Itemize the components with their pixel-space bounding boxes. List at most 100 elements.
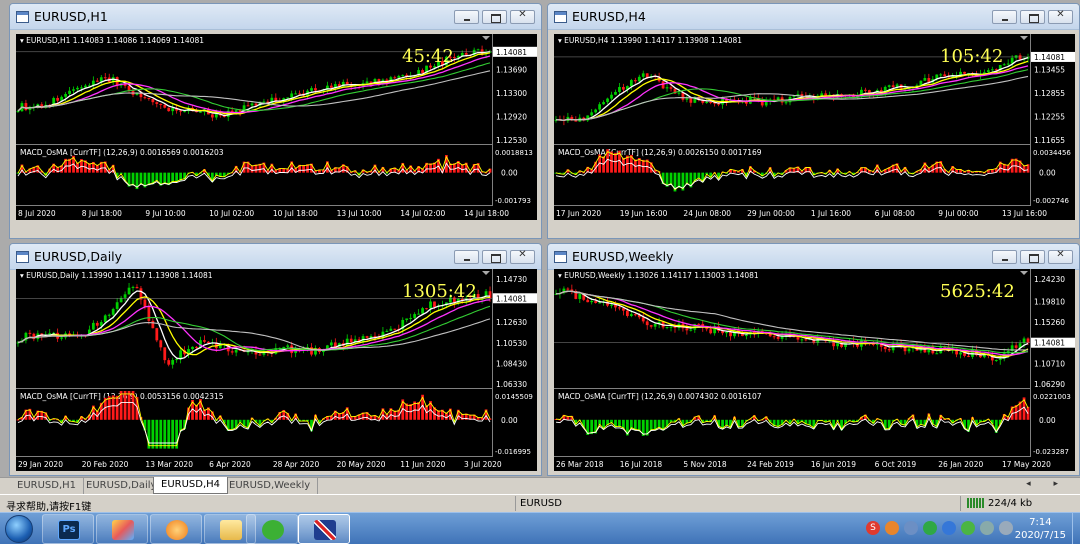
time-tick-label: 10 Jul 02:00 bbox=[209, 209, 254, 218]
candle-body bbox=[653, 323, 657, 327]
macd-scale-label: 0.00 bbox=[501, 169, 518, 178]
taskbar-browser[interactable] bbox=[150, 514, 202, 544]
candle-body bbox=[622, 87, 625, 90]
macd-scale-label: 0.00 bbox=[1039, 416, 1056, 425]
maximize-button[interactable] bbox=[482, 250, 507, 264]
close-button[interactable] bbox=[510, 249, 535, 264]
window-titlebar[interactable]: EURUSD,Daily bbox=[10, 244, 541, 270]
minimize-button[interactable] bbox=[454, 250, 479, 264]
network-icon[interactable] bbox=[980, 521, 994, 535]
candle-body bbox=[665, 327, 669, 329]
maximize-button[interactable] bbox=[1020, 250, 1045, 264]
close-button[interactable] bbox=[1048, 9, 1073, 24]
candle-body bbox=[464, 52, 468, 55]
taskbar-paint[interactable] bbox=[96, 514, 148, 544]
candle-body bbox=[258, 354, 262, 356]
volume-icon[interactable] bbox=[999, 521, 1013, 535]
taskbar-trading-terminal[interactable] bbox=[298, 514, 350, 544]
chart-svg[interactable]: ▾ EURUSD,H1 1.14083 1.14086 1.14069 1.14… bbox=[16, 34, 537, 220]
candle-body bbox=[598, 104, 602, 110]
candle-body bbox=[195, 346, 198, 348]
maximize-button[interactable] bbox=[482, 10, 507, 24]
start-button[interactable] bbox=[5, 515, 33, 543]
tray-help-icon[interactable] bbox=[904, 521, 918, 535]
time-tick-label: 13 Jul 10:00 bbox=[337, 209, 382, 218]
time-tick-label: 9 Jul 10:00 bbox=[145, 209, 185, 218]
tray-app-icon[interactable] bbox=[885, 521, 899, 535]
candle-body bbox=[935, 353, 939, 355]
minimize-button[interactable] bbox=[992, 10, 1017, 24]
price-tick-label: 1.12920 bbox=[496, 113, 527, 122]
candle-body bbox=[421, 70, 424, 74]
candle-body bbox=[594, 109, 598, 113]
minimize-button[interactable] bbox=[992, 250, 1017, 264]
candle-body bbox=[151, 99, 155, 103]
price-chart-area[interactable]: ▾ EURUSD,Weekly 1.13026 1.14117 1.13003 … bbox=[554, 269, 1075, 471]
input-method-icon[interactable]: S bbox=[866, 521, 880, 535]
price-chart-area[interactable]: ▾ EURUSD,Daily 1.13990 1.14117 1.13908 1… bbox=[16, 269, 537, 471]
chart-window-h1[interactable]: EURUSD,H1 ▾ EURUSD,H1 1.14083 1.14086 1.… bbox=[9, 3, 542, 239]
candle-body bbox=[131, 286, 135, 288]
chart-window-h4[interactable]: EURUSD,H4 ▾ EURUSD,H4 1.13990 1.14117 1.… bbox=[547, 3, 1080, 239]
time-tick-label: 20 Feb 2020 bbox=[82, 460, 129, 469]
price-tick-label: 1.15260 bbox=[1034, 318, 1065, 327]
tab-eurusd-weekly[interactable]: EURUSD,Weekly bbox=[222, 478, 319, 494]
chart-window-daily[interactable]: EURUSD,Daily ▾ EURUSD,Daily 1.13990 1.14… bbox=[9, 243, 542, 476]
candle-body bbox=[625, 310, 629, 316]
uk-flag-icon bbox=[314, 520, 336, 540]
price-chart-area[interactable]: ▾ EURUSD,H1 1.14083 1.14086 1.14069 1.14… bbox=[16, 34, 537, 220]
chart-svg[interactable]: ▾ EURUSD,Daily 1.13990 1.14117 1.13908 1… bbox=[16, 269, 537, 471]
candle-body bbox=[84, 85, 87, 88]
candle-body bbox=[203, 340, 206, 342]
window-titlebar[interactable]: EURUSD,Weekly bbox=[548, 244, 1079, 270]
wechat-tray-icon[interactable] bbox=[923, 521, 937, 535]
candle-body bbox=[836, 343, 840, 347]
tab-scroll-arrows[interactable]: ◂ ▸ bbox=[1026, 479, 1068, 489]
candle-timer: 5625:42 bbox=[940, 281, 1015, 302]
maximize-button[interactable] bbox=[1020, 10, 1045, 24]
candle-body bbox=[179, 110, 183, 112]
time-axis-line bbox=[16, 456, 492, 457]
window-titlebar[interactable]: EURUSD,H1 bbox=[10, 4, 541, 30]
taskbar-clock[interactable]: 7:14 2020/7/15 bbox=[1015, 516, 1066, 542]
taskbar-photoshop[interactable]: Ps bbox=[42, 514, 94, 544]
candle-body bbox=[1014, 345, 1018, 348]
tab-eurusd-h4[interactable]: EURUSD,H4 bbox=[153, 477, 229, 494]
time-tick-label: 6 Jul 08:00 bbox=[875, 209, 915, 218]
status-bar: 寻求帮助,请按F1键 EURUSD 224/4 kb bbox=[0, 494, 1080, 513]
candle-body bbox=[163, 105, 167, 108]
candle-body bbox=[990, 69, 994, 71]
security-icon[interactable] bbox=[942, 521, 956, 535]
macd-histogram-bar bbox=[669, 172, 673, 185]
close-button[interactable] bbox=[1048, 249, 1073, 264]
macd-histogram-bar bbox=[123, 391, 127, 420]
show-desktop-button[interactable] bbox=[1072, 513, 1080, 544]
chart-tab-bar: EURUSD,H1 EURUSD,Daily EURUSD,H4 EURUSD,… bbox=[0, 477, 1080, 494]
windows-taskbar: Ps S 7:14 2020/7/15 bbox=[0, 512, 1080, 544]
macd-histogram-bar bbox=[614, 152, 617, 173]
candle-body bbox=[147, 306, 151, 321]
candle-body bbox=[669, 87, 673, 89]
macd-histogram-bar bbox=[649, 419, 653, 431]
chart-window-weekly[interactable]: EURUSD,Weekly ▾ EURUSD,Weekly 1.13026 1.… bbox=[547, 243, 1080, 476]
chart-svg[interactable]: ▾ EURUSD,Weekly 1.13026 1.14117 1.13003 … bbox=[554, 269, 1075, 471]
status-divider bbox=[515, 496, 516, 511]
candle-body bbox=[274, 97, 278, 101]
chart-svg[interactable]: ▾ EURUSD,H4 1.13990 1.14117 1.13908 1.14… bbox=[554, 34, 1075, 220]
window-titlebar[interactable]: EURUSD,H4 bbox=[548, 4, 1079, 30]
tab-eurusd-daily[interactable]: EURUSD,Daily bbox=[79, 478, 165, 494]
tab-eurusd-h1[interactable]: EURUSD,H1 bbox=[10, 478, 85, 494]
candle-body bbox=[246, 105, 250, 107]
panel-divider bbox=[554, 388, 1030, 389]
candle-timer: 105:42 bbox=[940, 46, 1003, 67]
paint-icon bbox=[112, 520, 134, 540]
candle-body bbox=[48, 333, 52, 335]
candle-body bbox=[64, 93, 67, 97]
minimize-button[interactable] bbox=[454, 10, 479, 24]
candle-body bbox=[179, 350, 183, 359]
price-chart-area[interactable]: ▾ EURUSD,H4 1.13990 1.14117 1.13908 1.14… bbox=[554, 34, 1075, 220]
taskbar-wechat[interactable] bbox=[246, 514, 298, 544]
antivirus-icon[interactable] bbox=[961, 521, 975, 535]
chart-info-label: ▾ EURUSD,Weekly 1.13026 1.14117 1.13003 … bbox=[558, 271, 759, 280]
close-button[interactable] bbox=[510, 9, 535, 24]
